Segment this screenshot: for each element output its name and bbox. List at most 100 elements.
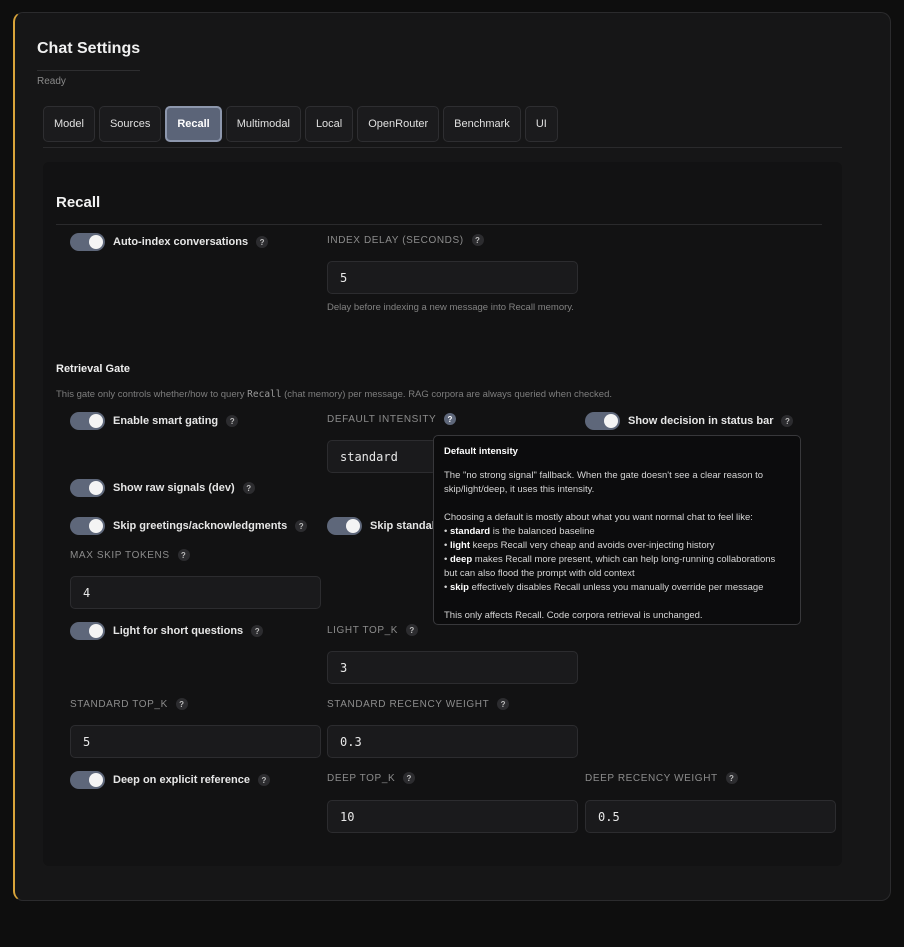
retrieval-gate-title: Retrieval Gate	[56, 363, 130, 375]
bullet-mark: •	[444, 554, 448, 565]
index-delay-help: Delay before indexing a new message into…	[327, 302, 574, 313]
title-divider	[37, 70, 140, 71]
toggle-knob	[89, 235, 103, 249]
tooltip-bullet: • standard is the balanced baseline	[444, 525, 790, 539]
toggle-knob	[604, 414, 618, 428]
light-topk-label-text: LIGHT TOP_K	[327, 624, 399, 636]
deep-recency-input[interactable]: 0.5	[585, 800, 836, 833]
bullet-text: effectively disables Recall unless you m…	[468, 582, 764, 593]
deep-recency-label-text: DEEP RECENCY WEIGHT	[585, 772, 718, 784]
toggle-switch[interactable]	[70, 622, 105, 640]
help-icon[interactable]: ?	[177, 549, 190, 561]
help-icon[interactable]: ?	[725, 772, 738, 784]
tooltip-line: The "no strong signal" fallback. When th…	[444, 470, 764, 495]
tab-ui[interactable]: UI	[524, 106, 558, 142]
deep-explicit-toggle[interactable]: Deep on explicit reference ?	[70, 771, 270, 789]
help-icon[interactable]: ?	[175, 698, 188, 710]
tab-recall[interactable]: Recall	[165, 106, 222, 142]
toggle-knob	[89, 773, 103, 787]
desc-mono: Recall	[247, 389, 282, 400]
bullet-mark: •	[444, 526, 448, 537]
help-icon[interactable]: ?	[226, 415, 239, 427]
skip-greetings-toggle[interactable]: Skip greetings/acknowledgments ?	[70, 517, 308, 535]
index-delay-label: INDEX DELAY (SECONDS) ?	[327, 234, 484, 246]
toggle-switch[interactable]	[70, 771, 105, 789]
light-topk-label: LIGHT TOP_K ?	[327, 624, 419, 636]
tooltip-title: Default intensity	[444, 446, 518, 457]
standard-recency-input[interactable]: 0.3	[327, 725, 578, 758]
show-decision-label: Show decision in status bar	[628, 415, 774, 427]
auto-index-toggle[interactable]: Auto-index conversations ?	[70, 233, 269, 251]
toggle-switch[interactable]	[70, 233, 105, 251]
help-icon[interactable]: ?	[256, 236, 269, 248]
tab-openrouter[interactable]: OpenRouter	[357, 106, 440, 142]
bullet-mark: •	[444, 582, 448, 593]
deep-topk-input[interactable]: 10	[327, 800, 578, 833]
auto-index-label: Auto-index conversations	[113, 236, 249, 248]
default-intensity-label-text: DEFAULT INTENSITY	[327, 413, 437, 425]
retrieval-gate-description: This gate only controls whether/how to q…	[56, 389, 612, 400]
status-text: Ready	[37, 76, 66, 87]
tabs-divider	[43, 147, 842, 148]
help-icon[interactable]: ?	[444, 413, 457, 425]
default-intensity-select[interactable]: standard	[327, 440, 437, 473]
tooltip-bullet: • light keeps Recall very cheap and avoi…	[444, 539, 790, 553]
tab-benchmark[interactable]: Benchmark	[443, 106, 521, 142]
bullet-key: deep	[449, 554, 473, 565]
help-icon[interactable]: ?	[781, 415, 794, 427]
default-intensity-tooltip: Default intensity The "no strong signal"…	[433, 435, 801, 625]
toggle-knob	[89, 414, 103, 428]
standard-recency-label: STANDARD RECENCY WEIGHT ?	[327, 698, 510, 710]
max-skip-tokens-input[interactable]: 4	[70, 576, 321, 609]
light-topk-input[interactable]: 3	[327, 651, 578, 684]
show-decision-toggle[interactable]: Show decision in status bar ?	[585, 412, 794, 430]
tab-multimodal[interactable]: Multimodal	[225, 106, 301, 142]
tab-model[interactable]: Model	[43, 106, 95, 142]
deep-recency-label: DEEP RECENCY WEIGHT ?	[585, 772, 738, 784]
help-icon[interactable]: ?	[406, 624, 419, 636]
toggle-switch[interactable]	[585, 412, 620, 430]
tooltip-bullet: • skip effectively disables Recall unles…	[444, 581, 790, 595]
light-short-toggle[interactable]: Light for short questions ?	[70, 622, 264, 640]
index-delay-input[interactable]: 5	[327, 261, 578, 294]
tab-local[interactable]: Local	[304, 106, 354, 142]
bullet-mark: •	[444, 540, 448, 551]
toggle-knob	[89, 624, 103, 638]
light-short-label: Light for short questions	[113, 625, 244, 637]
help-icon[interactable]: ?	[242, 482, 255, 494]
section-title: Recall	[56, 194, 101, 211]
help-icon[interactable]: ?	[497, 698, 510, 710]
index-delay-label-text: INDEX DELAY (SECONDS)	[327, 234, 464, 246]
smart-gating-toggle[interactable]: Enable smart gating ?	[70, 412, 239, 430]
max-skip-tokens-label: MAX SKIP TOKENS ?	[70, 549, 190, 561]
raw-signals-toggle[interactable]: Show raw signals (dev) ?	[70, 479, 255, 497]
toggle-switch[interactable]	[70, 517, 105, 535]
bullet-text: makes Recall more present, which can hel…	[444, 554, 776, 579]
skip-greetings-label: Skip greetings/acknowledgments	[113, 520, 288, 532]
help-icon[interactable]: ?	[251, 625, 264, 637]
standard-topk-label: STANDARD TOP_K ?	[70, 698, 188, 710]
section-divider	[56, 224, 822, 225]
toggle-knob	[346, 519, 360, 533]
help-icon[interactable]: ?	[471, 234, 484, 246]
help-icon[interactable]: ?	[295, 520, 308, 532]
max-skip-tokens-label-text: MAX SKIP TOKENS	[70, 549, 170, 561]
bullet-key: light	[449, 540, 471, 551]
toggle-knob	[89, 481, 103, 495]
standard-recency-label-text: STANDARD RECENCY WEIGHT	[327, 698, 490, 710]
bullet-key: standard	[449, 526, 491, 537]
help-icon[interactable]: ?	[257, 774, 270, 786]
bullet-text: keeps Recall very cheap and avoids over-…	[470, 540, 715, 551]
toggle-knob	[89, 519, 103, 533]
default-intensity-label: DEFAULT INTENSITY ?	[327, 413, 457, 425]
help-icon[interactable]: ?	[403, 772, 416, 784]
tab-sources[interactable]: Sources	[98, 106, 162, 142]
toggle-switch[interactable]	[327, 517, 362, 535]
toggle-switch[interactable]	[70, 479, 105, 497]
smart-gating-label: Enable smart gating	[113, 415, 219, 427]
standard-topk-input[interactable]: 5	[70, 725, 321, 758]
tooltip-bullet: • deep makes Recall more present, which …	[444, 553, 790, 581]
deep-topk-label-text: DEEP TOP_K	[327, 772, 396, 784]
bullet-text: is the balanced baseline	[490, 526, 595, 537]
toggle-switch[interactable]	[70, 412, 105, 430]
